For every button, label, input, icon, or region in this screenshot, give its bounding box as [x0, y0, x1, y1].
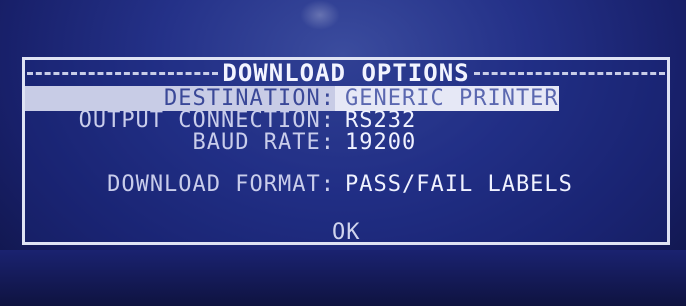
download-options-dialog: DOWNLOAD OPTIONS DESTINATION: GENERIC PRI…: [22, 57, 670, 245]
dialog-title-bar: DOWNLOAD OPTIONS: [25, 59, 667, 87]
download-format-row[interactable]: DOWNLOAD FORMAT: PASS/FAIL LABELS: [25, 172, 573, 197]
baud-rate-value[interactable]: 19200: [335, 130, 416, 155]
download-format-value[interactable]: PASS/FAIL LABELS: [335, 172, 573, 197]
title-dash-right: [473, 71, 665, 75]
terminal-screen: DOWNLOAD OPTIONS DESTINATION: GENERIC PRI…: [0, 0, 686, 306]
screen-glare: [300, 0, 340, 30]
screen-bottom-area: [0, 250, 686, 306]
ok-button[interactable]: OK: [330, 220, 363, 245]
title-dash-left: [27, 71, 219, 75]
dialog-title: DOWNLOAD OPTIONS: [222, 59, 470, 87]
baud-rate-label: BAUD RATE:: [192, 130, 335, 155]
baud-rate-row[interactable]: BAUD RATE: 19200: [25, 130, 416, 155]
download-format-label: DOWNLOAD FORMAT:: [107, 172, 335, 197]
